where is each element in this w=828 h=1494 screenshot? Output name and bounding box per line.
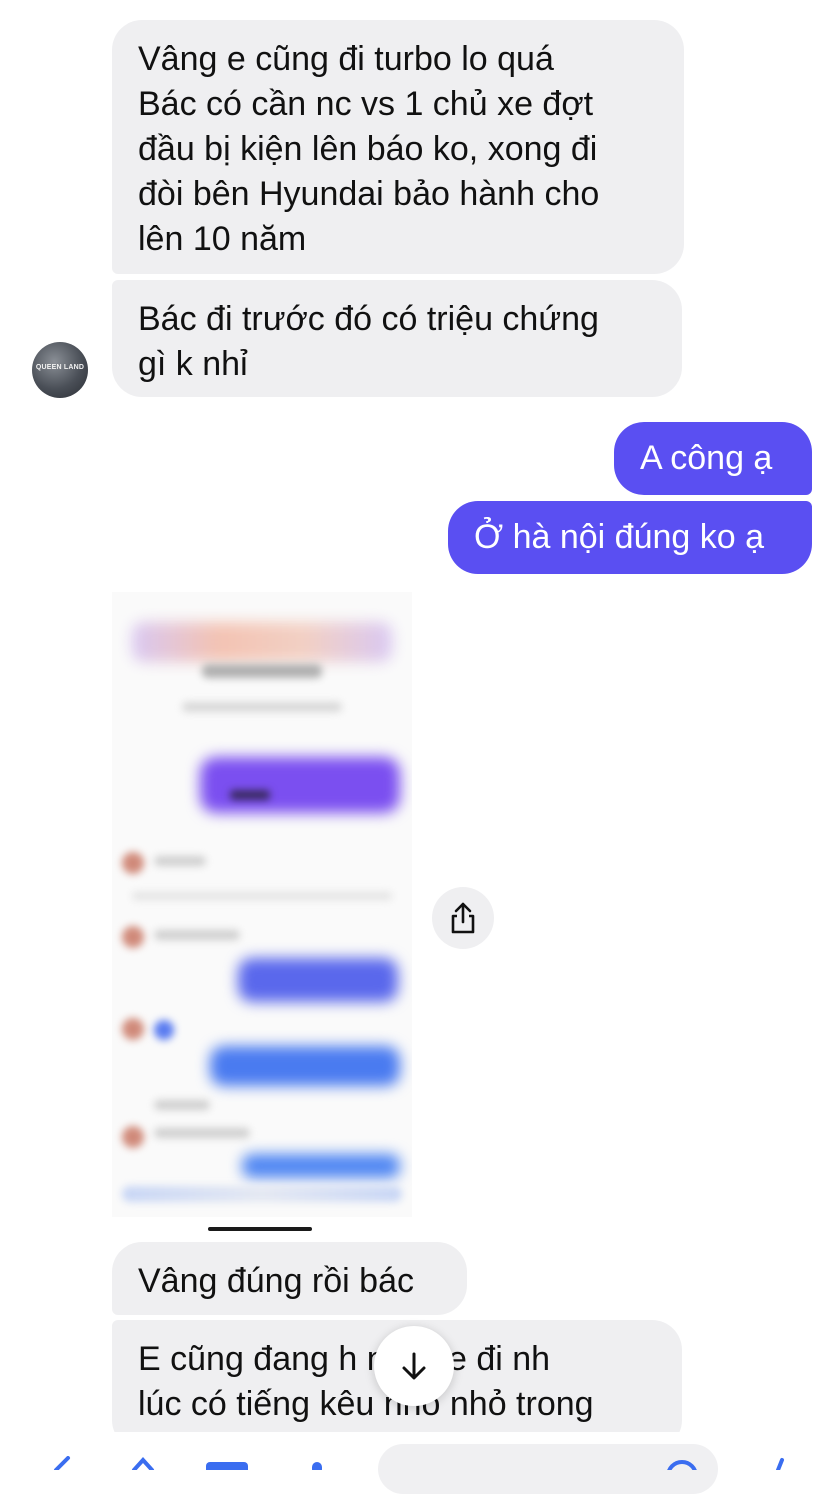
blurred-title [202, 664, 322, 678]
blurred-dark-label [230, 790, 270, 800]
microphone-icon[interactable] [302, 1456, 332, 1474]
blurred-purple-bubble [200, 757, 400, 813]
incoming-message-bubble[interactable]: Vâng e cũng đi turbo lo quá Bác có cần n… [112, 20, 684, 274]
arrow-down-icon [402, 1352, 426, 1380]
blurred-avatar-dot [122, 926, 144, 948]
blurred-blue-bubble [242, 1154, 400, 1178]
home-indicator [208, 1227, 312, 1231]
chevron-icon[interactable] [44, 1456, 74, 1472]
incoming-message-bubble[interactable]: Vâng đúng rồi bác [112, 1242, 467, 1315]
blurred-avatar-dot [122, 1126, 144, 1148]
share-button[interactable] [432, 887, 494, 949]
blurred-blue-dot [154, 1020, 174, 1040]
blurred-line [132, 892, 392, 900]
avatar-logo-text: QUEEN LAND [35, 364, 85, 371]
blurred-name [154, 1128, 250, 1138]
emoji-icon[interactable] [662, 1456, 698, 1492]
photo-icon[interactable] [204, 1456, 248, 1474]
incoming-message-bubble[interactable]: Bác đi trước đó có triệu chứng gì k nhỉ [112, 280, 682, 397]
shared-image-attachment[interactable] [112, 592, 412, 1217]
blurred-blue-bubble [238, 958, 398, 1002]
camera-icon[interactable] [128, 1456, 158, 1472]
blurred-name [154, 856, 206, 866]
contact-avatar[interactable]: QUEEN LAND [32, 342, 88, 398]
like-icon[interactable] [770, 1456, 800, 1472]
blurred-subtitle [182, 702, 342, 712]
blurred-name [154, 930, 240, 940]
blurred-blue-bubble [210, 1046, 400, 1086]
scroll-to-bottom-button[interactable] [374, 1326, 454, 1406]
blurred-avatar-dot [122, 1018, 144, 1040]
outgoing-message-bubble[interactable]: Ở hà nội đúng ko ạ [448, 501, 812, 574]
share-icon [451, 902, 475, 934]
blurred-avatar-dot [122, 852, 144, 874]
blurred-header [132, 622, 392, 662]
outgoing-message-bubble[interactable]: A công ạ [614, 422, 812, 495]
blurred-toolbar [122, 1186, 402, 1202]
blurred-name [154, 1100, 210, 1110]
